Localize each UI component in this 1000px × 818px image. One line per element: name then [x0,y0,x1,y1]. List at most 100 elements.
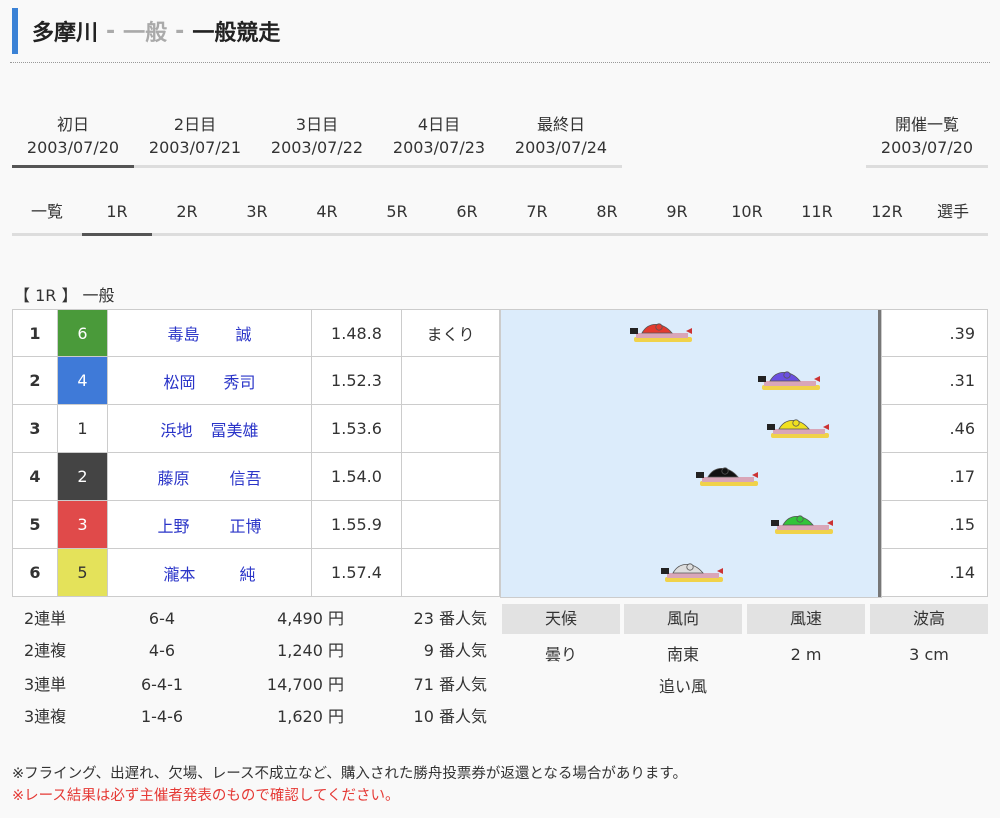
racer-name-link[interactable]: 浜地 冨美雄 [108,405,312,453]
official-result-warning: ※レース結果は必ず主催者発表のもので確認してください。 [12,788,400,804]
boat-number-cell: 4 [58,357,108,405]
racer-name-link[interactable]: 瀧本 純 [108,549,312,597]
race-tab-2r[interactable]: 2R [152,196,222,236]
boat-number-cell: 3 [58,501,108,549]
race-tab-3r[interactable]: 3R [222,196,292,236]
race-time-cell: 1.54.0 [312,453,402,501]
racer-family-name: 浜地 [160,420,193,440]
race-tab-label: 4R [316,202,338,221]
race-tab-1r[interactable]: 1R [82,196,152,236]
day-tab-3[interactable]: 3日目 2003/07/22 [256,114,378,168]
race-time-cell: 1.57.4 [312,549,402,597]
technique-cell [402,549,500,597]
race-tab-list[interactable]: 一覧 [12,196,82,236]
day-date: 2003/07/24 [514,138,608,157]
payout-row: 3連単 6-4-1 14,700 円 71 番人気 [12,670,492,700]
winning-combination: 6-4 [148,609,176,628]
race-tab-8r[interactable]: 8R [572,196,642,236]
boat-number-cell: 1 [58,405,108,453]
start-timing-cell: .15 [882,501,988,549]
tab-underline [292,233,362,236]
bet-type: 2連複 [24,641,67,660]
popularity: 23 番人気 [413,609,487,628]
tab-underline [866,165,988,168]
racer-name-link[interactable]: 藤原 信吾 [108,453,312,501]
technique-cell [402,501,500,549]
day-date: 2003/07/23 [392,138,486,157]
day-tab-1[interactable]: 初日 2003/07/20 [12,114,134,168]
race-tab-racers[interactable]: 選手 [918,196,988,236]
tab-underline [852,233,922,236]
racer-name-link[interactable]: 上野 正博 [108,501,312,549]
rank-cell: 1 [12,309,58,357]
tab-underline [712,233,782,236]
race-tab-label: 1R [106,202,128,221]
tab-underline [782,233,852,236]
wave-height-header: 波高 [870,604,988,634]
racer-family-name: 藤原 [157,468,190,488]
day-tab-final[interactable]: 最終日 2003/07/24 [500,114,622,168]
schedule-list-tab[interactable]: 開催一覧 2003/07/20 [866,114,988,168]
race-tab-7r[interactable]: 7R [502,196,572,236]
tab-underline [432,233,502,236]
wind-note: 追い風 [658,677,707,696]
race-tab-5r[interactable]: 5R [362,196,432,236]
race-tab-11r[interactable]: 11R [782,196,852,236]
technique-cell [402,405,500,453]
start-timing-cell: .46 [882,405,988,453]
winning-combination: 1-4-6 [140,707,184,726]
winning-combination: 4-6 [148,641,176,660]
boat-number-cell: 2 [58,453,108,501]
venue-name: 多摩川 [32,21,99,46]
race-tab-label: 7R [526,202,548,221]
winning-combination: 6-4-1 [140,675,184,694]
tab-underline [918,233,988,236]
payout-amount: 14,700 円 [266,675,344,694]
race-tab-label: 一覧 [30,202,63,221]
race-tab-6r[interactable]: 6R [432,196,502,236]
tab-underline [152,233,222,236]
wind-speed-header: 風速 [747,604,865,634]
day-tab-4[interactable]: 4日目 2003/07/23 [378,114,500,168]
race-tab-9r[interactable]: 9R [642,196,712,236]
racer-given-name: 秀司 [223,372,256,392]
tab-underline [134,165,256,168]
wave-height-value: 3 cm [909,645,949,664]
results-table: 1 6 毒島 誠 1.48.8 まくり .39 2 4 松岡 秀司 1.52.3 .… [12,309,988,598]
racer-name-link[interactable]: 松岡 秀司 [108,357,312,405]
race-time-cell: 1.53.6 [312,405,402,453]
race-tab-10r[interactable]: 10R [712,196,782,236]
day-label: 開催一覧 [894,115,959,134]
race-time-cell: 1.52.3 [312,357,402,405]
day-label: 初日 [56,115,89,134]
race-tab-label: 5R [386,202,408,221]
race-tab-label: 10R [731,202,763,221]
racer-given-name: 信吾 [229,468,262,488]
day-label: 4日目 [417,115,461,134]
payout-row: 2連複 4-6 1,240 円 9 番人気 [12,636,492,666]
rank-cell: 6 [12,549,58,597]
technique-cell: まくり [402,309,500,357]
rank-cell: 4 [12,453,58,501]
title-separator: - [106,18,116,44]
race-tab-12r[interactable]: 12R [852,196,922,236]
title-divider [10,62,990,63]
race-grade: 一般 [123,21,168,46]
racer-family-name: 瀧本 [163,564,196,584]
racer-name-link[interactable]: 毒島 誠 [108,309,312,357]
racer-family-name: 毒島 [167,325,200,344]
payout-row: 3連複 1-4-6 1,620 円 10 番人気 [12,702,492,732]
day-tab-2[interactable]: 2日目 2003/07/21 [134,114,256,168]
tab-underline [12,233,82,236]
race-tab-4r[interactable]: 4R [292,196,362,236]
rank-cell: 2 [12,357,58,405]
day-date: 2003/07/20 [880,138,974,157]
racer-family-name: 松岡 [163,372,196,392]
start-timing-cell: .39 [882,309,988,357]
tab-underline [362,233,432,236]
racer-given-name: 純 [239,564,256,584]
title-separator: - [175,18,185,44]
day-date: 2003/07/21 [148,138,242,157]
tab-underline [500,165,622,168]
tab-underline [502,233,572,236]
